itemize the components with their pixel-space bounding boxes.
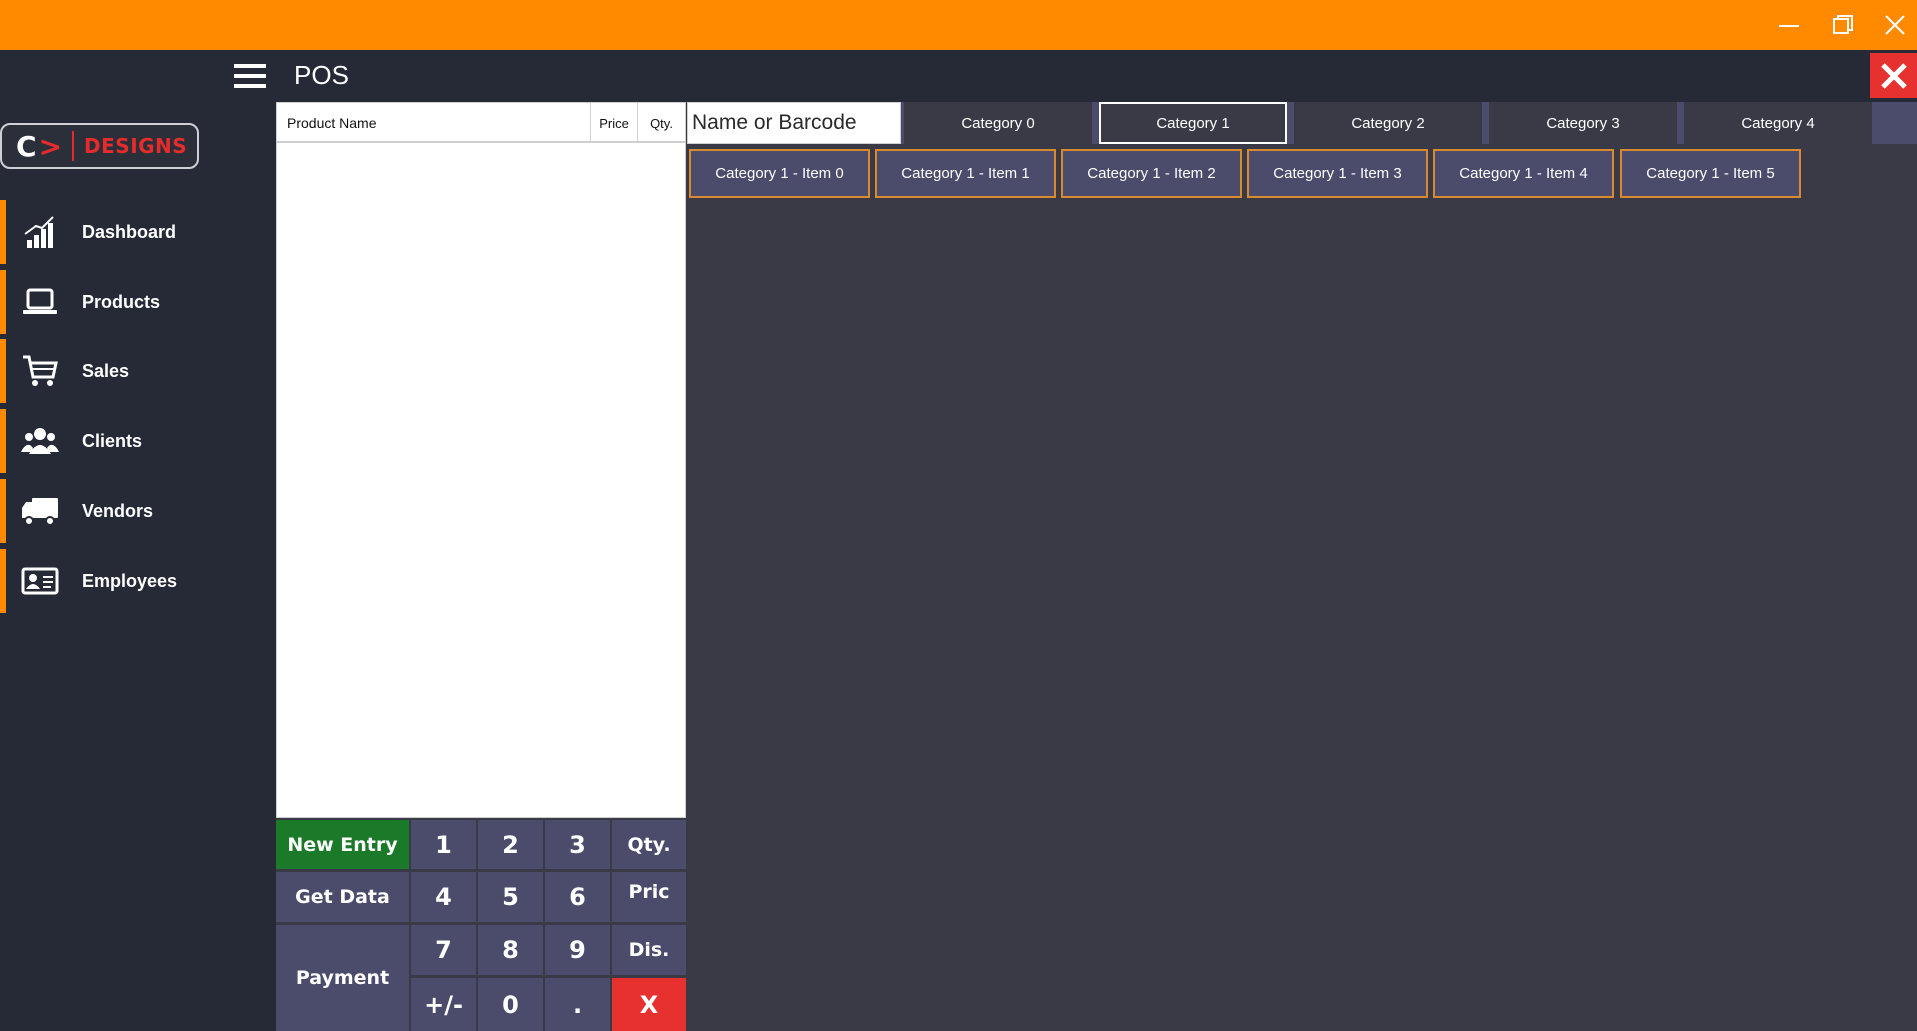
tab-category-3[interactable]: Category 3 (1489, 102, 1677, 144)
truck-icon (20, 491, 60, 531)
column-header-product-name[interactable]: Product Name (277, 103, 591, 143)
restore-icon (1833, 15, 1853, 34)
key-0[interactable]: 0 (478, 978, 543, 1031)
payment-button[interactable]: Payment (276, 925, 409, 1031)
tab-category-0[interactable]: Category 0 (904, 102, 1092, 144)
key-2[interactable]: 2 (478, 820, 543, 869)
laptop-icon (20, 282, 60, 322)
tab-category-2[interactable]: Category 2 (1294, 102, 1482, 144)
sidebar-item-label: Products (82, 291, 161, 312)
header-bar: POS (276, 50, 1917, 102)
tab-category-4[interactable]: Category 4 (1684, 102, 1872, 144)
sidebar-item-label: Clients (82, 430, 143, 451)
minimize-icon (1779, 25, 1799, 27)
clear-button[interactable]: X (612, 978, 686, 1031)
logo-divider (72, 131, 75, 161)
chart-bars-icon (20, 212, 60, 252)
qty-mode-button[interactable]: Qty. (612, 820, 686, 869)
logo-arrow: > (38, 129, 63, 163)
cart-icon (20, 351, 60, 391)
sidebar-item-dashboard[interactable]: Dashboard (0, 200, 276, 264)
key-1[interactable]: 1 (411, 820, 476, 869)
sidebar-item-sales[interactable]: Sales (0, 339, 276, 403)
title-bar (0, 0, 1917, 50)
sidebar-item-label: Vendors (82, 500, 154, 521)
sidebar-item-vendors[interactable]: Vendors (0, 479, 276, 543)
item-button[interactable]: Category 1 - Item 5 (1620, 149, 1801, 198)
key-9[interactable]: 9 (545, 925, 610, 975)
key-4[interactable]: 4 (411, 872, 476, 922)
sidebar-item-label: Sales (82, 360, 130, 381)
column-header-price[interactable]: Price (591, 103, 638, 143)
item-button[interactable]: Category 1 - Item 4 (1433, 149, 1614, 198)
users-icon (20, 421, 60, 461)
id-card-icon (20, 561, 60, 601)
sidebar-item-label: Employees (82, 570, 178, 591)
order-table-header: Product Name Price Qty. (277, 103, 685, 143)
search-input[interactable] (687, 102, 901, 144)
item-button[interactable]: Category 1 - Item 1 (875, 149, 1056, 198)
logo-text: DESIGNS (84, 134, 188, 158)
item-button[interactable]: Category 1 - Item 2 (1061, 149, 1242, 198)
menu-toggle-button[interactable] (234, 64, 266, 92)
key-decimal[interactable]: . (545, 978, 610, 1031)
logo: C > DESIGNS (0, 123, 199, 169)
sidebar-item-employees[interactable]: Employees (0, 549, 276, 613)
item-button[interactable]: Category 1 - Item 0 (689, 149, 870, 198)
key-7[interactable]: 7 (411, 925, 476, 975)
key-5[interactable]: 5 (478, 872, 543, 922)
close-pos-button[interactable] (1870, 53, 1917, 98)
sidebar: C > DESIGNS Dashboard Products Sales Cli… (0, 50, 276, 1031)
close-icon (1885, 15, 1905, 35)
order-table: Product Name Price Qty. (276, 102, 686, 818)
key-8[interactable]: 8 (478, 925, 543, 975)
column-header-qty[interactable]: Qty. (638, 103, 685, 143)
minimize-button[interactable] (1774, 10, 1804, 40)
key-plus-minus[interactable]: +/- (411, 978, 476, 1031)
tab-category-1[interactable]: Category 1 (1099, 102, 1287, 144)
new-entry-button[interactable]: New Entry (276, 820, 409, 869)
maximize-button[interactable] (1828, 10, 1858, 40)
logo-letter: C (16, 129, 37, 163)
key-6[interactable]: 6 (545, 872, 610, 922)
window-close-button[interactable] (1880, 10, 1910, 40)
close-icon (1880, 62, 1907, 89)
discount-mode-button[interactable]: Dis. (612, 925, 686, 975)
keypad: New Entry Get Data Payment 1 2 3 Qty. 4 … (276, 818, 686, 1031)
sidebar-item-clients[interactable]: Clients (0, 409, 276, 473)
page-title: POS (294, 60, 349, 90)
sidebar-item-products[interactable]: Products (0, 270, 276, 334)
price-mode-button[interactable]: Pric (612, 872, 686, 922)
get-data-button[interactable]: Get Data (276, 872, 409, 922)
item-button[interactable]: Category 1 - Item 3 (1247, 149, 1428, 198)
key-3[interactable]: 3 (545, 820, 610, 869)
sidebar-item-label: Dashboard (82, 221, 177, 242)
